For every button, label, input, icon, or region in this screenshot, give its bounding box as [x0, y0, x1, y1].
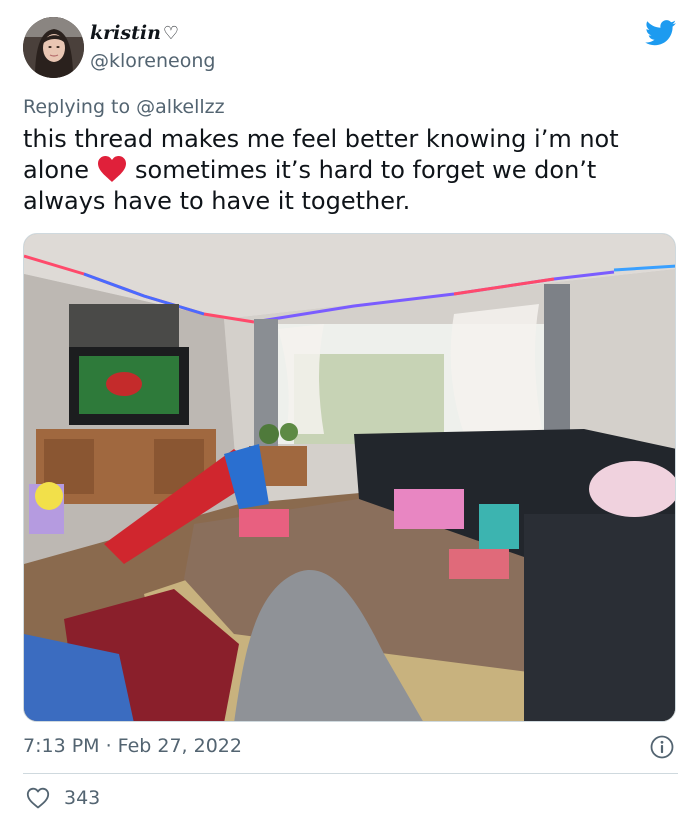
living-room-photo[interactable] [23, 233, 676, 722]
divider [23, 773, 678, 774]
tweet-text: this thread makes me feel better knowing… [23, 124, 678, 217]
like-count: 343 [64, 787, 101, 809]
replying-to[interactable]: Replying to @alkellzz [23, 96, 225, 118]
display-name[interactable]: kristin ♡ [90, 22, 179, 44]
tweet-card: kristin ♡ @kloreneong Replying to @alkell… [0, 0, 700, 825]
red-heart-emoji-icon [98, 156, 127, 182]
timestamp[interactable]: 7:13 PM · Feb 27, 2022 [23, 735, 242, 757]
info-icon[interactable] [650, 735, 674, 759]
avatar[interactable] [23, 17, 84, 78]
user-handle[interactable]: @kloreneong [90, 50, 215, 72]
twitter-bird-icon[interactable] [645, 20, 677, 46]
display-name-heart: ♡ [162, 23, 180, 44]
display-name-text: kristin [90, 22, 161, 44]
like-heart-icon[interactable] [26, 787, 50, 809]
